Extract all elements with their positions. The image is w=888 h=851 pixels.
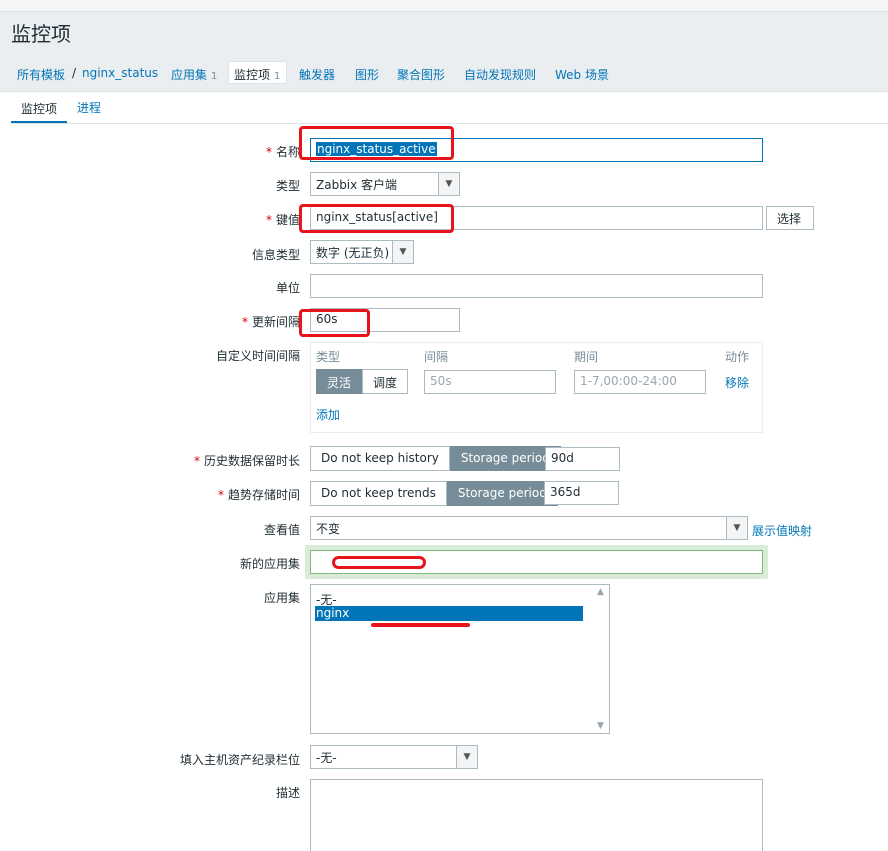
valuemap-select-value: 不变: [316, 522, 341, 536]
name-label-text: 名称: [275, 145, 300, 159]
remove-interval-link[interactable]: 移除: [725, 374, 749, 391]
do-not-keep-history-option[interactable]: Do not keep history: [310, 446, 450, 471]
applications-label: 应用集: [263, 591, 300, 605]
custom-intervals-label: 自定义时间间隔: [215, 349, 300, 363]
description-textarea[interactable]: [310, 779, 763, 851]
tab-preprocessing[interactable]: 进程: [77, 99, 101, 116]
listbox-scrollbar[interactable]: ▲ ▼: [592, 585, 609, 733]
application-option-selected[interactable]: nginx: [315, 606, 583, 621]
tab-divider: [11, 123, 888, 124]
nav-triggers[interactable]: 触发器: [299, 66, 335, 83]
annotation-underline-new-app: [332, 556, 426, 569]
trends-label-text: 趋势存储时间: [227, 488, 300, 502]
info-type-select[interactable]: 数字 (无正负) ▼: [310, 240, 414, 264]
interval-type-toggle: 灵活 调度: [316, 369, 409, 394]
tab-item[interactable]: 监控项: [11, 99, 67, 124]
col-action-header: 动作: [725, 350, 750, 364]
flex-interval-input[interactable]: 50s: [424, 370, 556, 394]
required-asterisk: *: [193, 454, 200, 468]
inventory-select[interactable]: -无- ▼: [310, 745, 478, 769]
nav-items[interactable]: 监控项 1: [234, 66, 280, 83]
key-select-button[interactable]: 选择: [766, 206, 814, 230]
do-not-keep-trends-option[interactable]: Do not keep trends: [310, 481, 447, 506]
top-strip: [0, 0, 888, 12]
name-label: * 名称: [266, 143, 300, 160]
inventory-select-value: -无-: [316, 751, 337, 765]
type-select-value: Zabbix 客户端: [316, 178, 398, 192]
nav-applications-count: 1: [211, 71, 218, 82]
annotation-underline-app: [371, 623, 470, 627]
breadcrumb-all-templates[interactable]: 所有模板: [17, 66, 65, 83]
chevron-down-icon: ▼: [456, 746, 477, 768]
nav-applications-label: 应用集: [171, 68, 208, 82]
add-interval-link[interactable]: 添加: [316, 406, 340, 423]
col-interval-header: 间隔: [424, 350, 449, 364]
chevron-down-icon: ▼: [392, 241, 413, 263]
key-label: * 键值: [266, 211, 300, 228]
inventory-label: 填入主机资产纪录栏位: [179, 753, 300, 767]
nav-web[interactable]: Web 场景: [555, 66, 609, 83]
breadcrumb-template[interactable]: nginx_status: [82, 66, 158, 80]
valuemap-label: 查看值: [263, 523, 300, 537]
units-input[interactable]: [310, 274, 763, 298]
trends-toggle: Do not keep trends Storage period: [310, 481, 558, 506]
required-asterisk: *: [265, 213, 272, 227]
type-label: 类型: [275, 179, 300, 193]
required-asterisk: *: [241, 315, 248, 329]
scheduling-option[interactable]: 调度: [362, 369, 409, 394]
flex-period-input[interactable]: 1-7,00:00-24:00: [574, 370, 706, 394]
key-label-text: 键值: [275, 213, 300, 227]
interval-label: * 更新间隔: [242, 313, 300, 330]
page-title: 监控项: [11, 22, 71, 46]
type-select[interactable]: Zabbix 客户端 ▼: [310, 172, 460, 196]
history-period-input[interactable]: 90d: [545, 447, 620, 471]
new-application-label: 新的应用集: [239, 557, 300, 571]
annotation-box-key: [299, 204, 454, 233]
nav-applications[interactable]: 应用集 1: [171, 66, 217, 83]
nav-graphs[interactable]: 图形: [355, 66, 379, 83]
valuemap-select[interactable]: 不变 ▼: [310, 516, 748, 540]
units-label: 单位: [275, 281, 300, 295]
chevron-down-icon: ▼: [438, 173, 459, 195]
history-label-text: 历史数据保留时长: [203, 454, 300, 468]
history-toggle: Do not keep history Storage period: [310, 446, 561, 471]
annotation-box-interval: [299, 309, 370, 337]
required-asterisk: *: [217, 488, 224, 502]
history-label: * 历史数据保留时长: [194, 452, 300, 469]
nav-items-count: 1: [274, 71, 281, 82]
chevron-down-icon: ▼: [726, 517, 747, 539]
nav-items-label: 监控项: [234, 68, 271, 82]
col-type-header: 类型: [316, 350, 341, 364]
trends-label: * 趋势存储时间: [218, 486, 300, 503]
interval-label-text: 更新间隔: [251, 315, 300, 329]
applications-listbox[interactable]: -无- nginx ▲ ▼: [310, 584, 610, 734]
flexible-option[interactable]: 灵活: [316, 369, 363, 394]
show-value-mappings-link[interactable]: 展示值映射: [752, 522, 812, 539]
trends-period-input[interactable]: 365d: [544, 481, 619, 505]
chevron-down-icon[interactable]: ▼: [597, 721, 604, 731]
description-label: 描述: [275, 786, 300, 800]
chevron-up-icon[interactable]: ▲: [597, 587, 604, 597]
col-period-header: 期间: [574, 350, 599, 364]
info-type-select-value: 数字 (无正负): [316, 246, 390, 260]
nav-screens[interactable]: 聚合图形: [397, 66, 445, 83]
breadcrumb-separator: /: [72, 66, 77, 80]
annotation-box-name: [299, 126, 454, 160]
trends-storage-period-option[interactable]: Storage period: [446, 481, 558, 506]
nav-discovery[interactable]: 自动发现规则: [464, 66, 536, 83]
info-type-label: 信息类型: [251, 248, 300, 262]
required-asterisk: *: [265, 145, 272, 159]
application-option[interactable]: -无-: [315, 591, 583, 607]
